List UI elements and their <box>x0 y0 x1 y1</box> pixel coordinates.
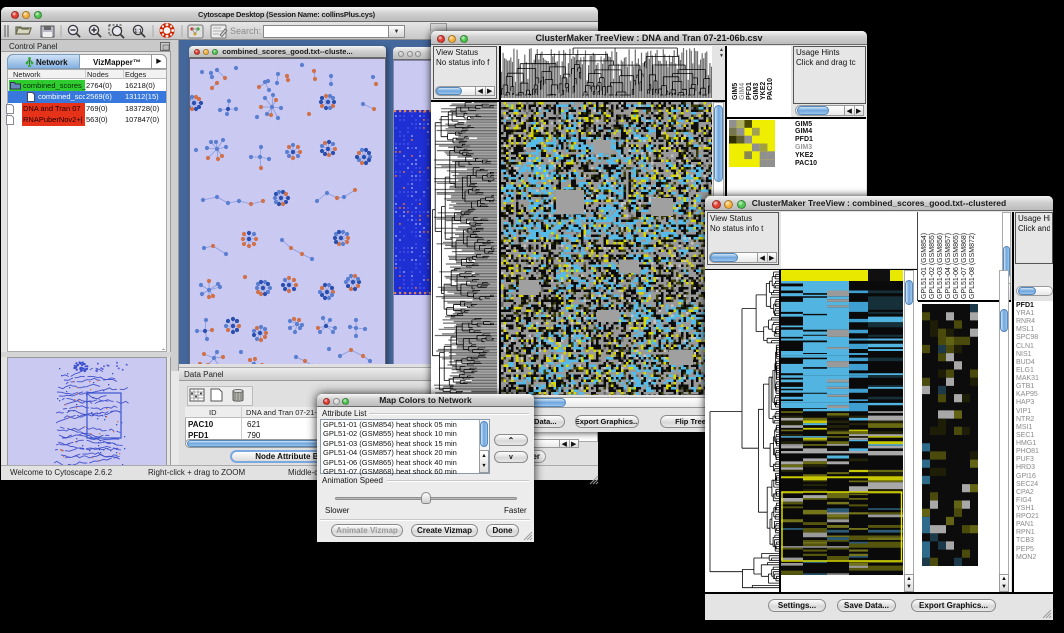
svg-text:1:1: 1:1 <box>134 29 141 35</box>
